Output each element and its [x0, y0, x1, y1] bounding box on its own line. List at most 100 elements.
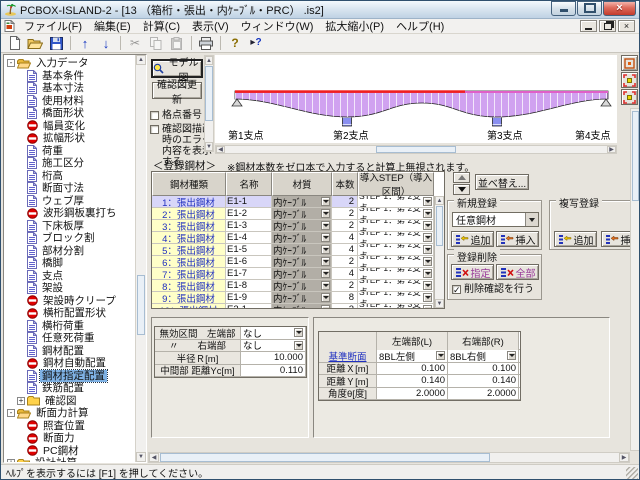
- material-dropdown-icon[interactable]: [321, 305, 330, 308]
- tree-scrollbar[interactable]: ▲ ▼: [135, 55, 146, 462]
- tree-item-29[interactable]: 照査位置: [5, 420, 134, 433]
- steel-type-cell[interactable]: 9：張出鋼材: [152, 292, 226, 303]
- chevron-down-icon[interactable]: [507, 351, 516, 360]
- diagram-hscrollbar[interactable]: ◀ ▶: [215, 145, 617, 154]
- menu-item-zoom[interactable]: 拡大縮小(P): [319, 21, 390, 33]
- steel-name-cell[interactable]: E1-1: [226, 196, 272, 207]
- steel-table-scrollbar[interactable]: ▲ ▼: [434, 196, 444, 308]
- main-vscrollbar[interactable]: [630, 108, 639, 451]
- menu-item-view[interactable]: 表示(V): [186, 21, 235, 33]
- add-copy-button[interactable]: 追加: [554, 231, 597, 247]
- steel-count-cell[interactable]: 2: [332, 256, 358, 267]
- menu-item-edit[interactable]: 編集(E): [88, 21, 137, 33]
- expand-icon[interactable]: +: [17, 397, 25, 405]
- main-hscroll-thumb[interactable]: [160, 453, 490, 462]
- checkbox-icon[interactable]: ✓: [452, 285, 461, 294]
- zoom-out-select-button[interactable]: [621, 89, 638, 105]
- step-dropdown-icon[interactable]: [423, 305, 432, 308]
- steel-name-cell[interactable]: E2-1: [226, 304, 272, 308]
- steel-row-1[interactable]: 1：張出鋼材E1-1内ｹｰﾌﾞﾙ2STEP 1：第 2支点: [152, 196, 434, 208]
- steel-row-6[interactable]: 6：張出鋼材E1-6内ｹｰﾌﾞﾙ2STEP 1：第 2支点: [152, 256, 434, 268]
- steel-name-cell[interactable]: E1-9: [226, 292, 272, 303]
- step-dropdown-icon[interactable]: [423, 233, 432, 242]
- scroll-right-icon[interactable]: ▶: [619, 453, 629, 462]
- material-dropdown-icon[interactable]: [321, 293, 330, 302]
- step-dropdown-icon[interactable]: [423, 293, 432, 302]
- steel-row-10[interactable]: 10：張出鋼材E2-1内ｹｰﾌﾞﾙ2STEP 1：第 3支点: [152, 304, 434, 308]
- steel-type-select[interactable]: 任意鋼材: [452, 212, 539, 227]
- tree-item-24[interactable]: 鋼材自動配置: [5, 357, 134, 370]
- steel-name-cell[interactable]: E1-3: [226, 220, 272, 231]
- steel-type-cell[interactable]: 6：張出鋼材: [152, 256, 226, 267]
- steel-material-cell[interactable]: 内ｹｰﾌﾞﾙ: [272, 232, 332, 243]
- edge-value-cell[interactable]: 0.110: [241, 365, 306, 377]
- tree-item-10[interactable]: 断面寸法: [5, 182, 134, 195]
- mdi-restore-button[interactable]: [599, 20, 616, 32]
- tree-item-20[interactable]: 横桁配置形状: [5, 307, 134, 320]
- insert-new-button[interactable]: 挿入: [496, 231, 539, 247]
- tree-item-30[interactable]: 断面力: [5, 432, 134, 445]
- zoom-select-button[interactable]: [621, 72, 638, 88]
- tree-item-5[interactable]: 幅員変化: [5, 120, 134, 133]
- material-dropdown-icon[interactable]: [321, 197, 330, 206]
- tree-item-14[interactable]: ブロック割: [5, 232, 134, 245]
- steel-type-cell[interactable]: 8：張出鋼材: [152, 280, 226, 291]
- step-dropdown-icon[interactable]: [423, 197, 432, 206]
- steel-material-cell[interactable]: 内ｹｰﾌﾞﾙ: [272, 292, 332, 303]
- material-dropdown-icon[interactable]: [321, 221, 330, 230]
- edge-value-cell[interactable]: 10.000: [241, 352, 306, 364]
- material-dropdown-icon[interactable]: [321, 257, 330, 266]
- steel-type-cell[interactable]: 2：張出鋼材: [152, 208, 226, 219]
- steel-name-cell[interactable]: E1-2: [226, 208, 272, 219]
- tree-item-0[interactable]: -入力データ: [5, 57, 134, 70]
- left-end-cell[interactable]: 0.140: [377, 375, 448, 387]
- step-dropdown-icon[interactable]: [423, 221, 432, 230]
- steel-step-cell[interactable]: STEP 1：第 2支点: [358, 208, 434, 219]
- collapse-icon[interactable]: -: [7, 59, 15, 67]
- chevron-down-icon[interactable]: [294, 341, 303, 350]
- document-icon[interactable]: [4, 20, 15, 32]
- edge-value-cell[interactable]: なし: [241, 340, 306, 352]
- step-dropdown-icon[interactable]: [423, 209, 432, 218]
- update-diagram-button[interactable]: 確認図更新: [152, 82, 202, 99]
- tree-item-27[interactable]: +確認図: [5, 395, 134, 408]
- steel-type-cell[interactable]: 1：張出鋼材: [152, 196, 226, 207]
- sort-button[interactable]: 並べ替え...: [475, 174, 529, 190]
- material-dropdown-icon[interactable]: [321, 281, 330, 290]
- open-file-button[interactable]: [25, 35, 45, 52]
- mdi-minimize-button[interactable]: [580, 20, 597, 32]
- steel-row-9[interactable]: 9：張出鋼材E1-9内ｹｰﾌﾞﾙ8STEP 1：第 2支点: [152, 292, 434, 304]
- scroll-left-icon[interactable]: ◀: [149, 453, 159, 462]
- context-help-button[interactable]: ▸?: [246, 35, 266, 52]
- row-move-up-button[interactable]: [453, 172, 470, 183]
- steel-step-cell[interactable]: STEP 1：第 2支点: [358, 196, 434, 207]
- add-new-button[interactable]: 追加: [451, 231, 494, 247]
- steel-step-cell[interactable]: STEP 1：第 2支点: [358, 268, 434, 279]
- chevron-down-icon[interactable]: [436, 351, 445, 360]
- steel-name-cell[interactable]: E1-6: [226, 256, 272, 267]
- resize-grip[interactable]: [626, 467, 638, 479]
- material-dropdown-icon[interactable]: [321, 245, 330, 254]
- steel-row-7[interactable]: 7：張出鋼材E1-7内ｹｰﾌﾞﾙ4STEP 1：第 2支点: [152, 268, 434, 280]
- diagram-vscroll-thumb[interactable]: [205, 66, 213, 121]
- step-dropdown-icon[interactable]: [423, 281, 432, 290]
- left-end-cell[interactable]: 2.0000: [377, 388, 448, 400]
- steel-row-3[interactable]: 3：張出鋼材E1-3内ｹｰﾌﾞﾙ2STEP 1：第 2支点: [152, 220, 434, 232]
- left-end-cell[interactable]: 0.100: [377, 363, 448, 375]
- scroll-down-icon[interactable]: ▼: [435, 299, 444, 308]
- maximize-button[interactable]: [577, 1, 602, 16]
- steel-count-cell[interactable]: 4: [332, 232, 358, 243]
- steel-scroll-thumb[interactable]: [436, 206, 443, 246]
- right-end-cell[interactable]: 2.0000: [448, 388, 519, 400]
- tree-item-12[interactable]: 波形鋼板裏打ち: [5, 207, 134, 220]
- scroll-left-icon[interactable]: ◀: [216, 146, 225, 153]
- right-end-cell[interactable]: 0.100: [448, 363, 519, 375]
- steel-material-cell[interactable]: 内ｹｰﾌﾞﾙ: [272, 280, 332, 291]
- new-file-button[interactable]: [4, 35, 24, 52]
- right-end-cell[interactable]: 8BL右側: [448, 350, 519, 362]
- steel-material-cell[interactable]: 内ｹｰﾌﾞﾙ: [272, 220, 332, 231]
- steel-step-cell[interactable]: STEP 1：第 2支点: [358, 256, 434, 267]
- tree-item-26[interactable]: 鉄筋配置: [5, 382, 134, 395]
- steel-name-cell[interactable]: E1-8: [226, 280, 272, 291]
- tree-item-21[interactable]: 横桁荷重: [5, 320, 134, 333]
